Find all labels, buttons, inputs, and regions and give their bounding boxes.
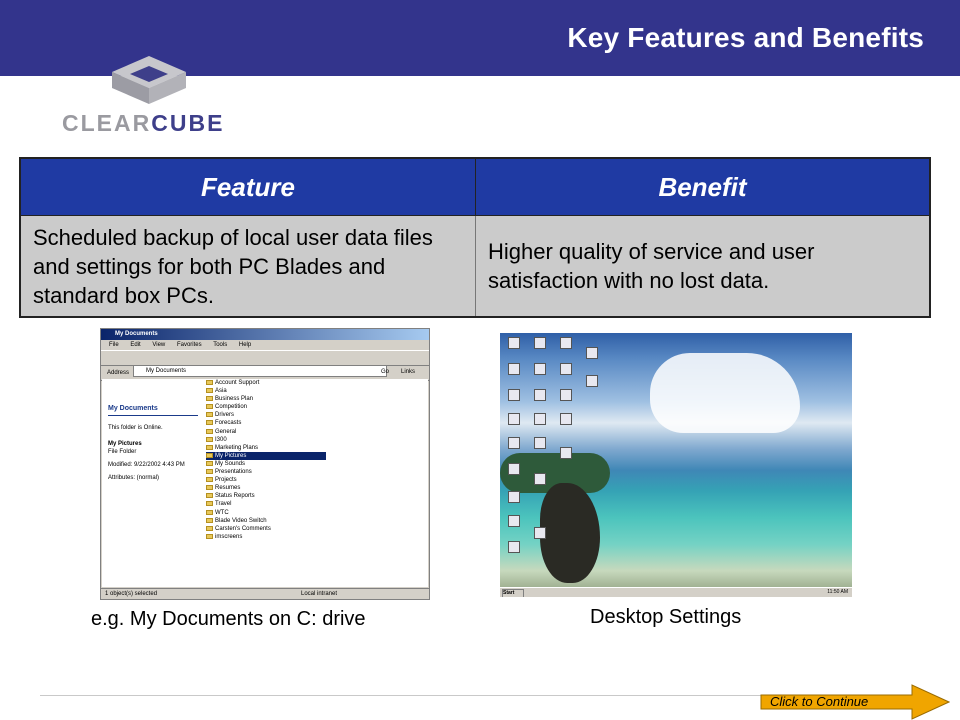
desktop-icon <box>508 463 520 475</box>
cloud-shape <box>650 353 800 433</box>
list-item: Resumes <box>206 484 326 492</box>
list-item: Business Plan <box>206 395 326 403</box>
desktop-icon <box>534 363 546 375</box>
desktop-icon <box>586 375 598 387</box>
list-item: Travel <box>206 500 326 508</box>
rock-shape <box>540 483 600 583</box>
selected-type: File Folder <box>108 449 137 455</box>
desktop-icon <box>534 473 546 485</box>
menu-item: Tools <box>213 342 228 348</box>
list-item: Blade Video Switch <box>206 517 326 525</box>
attributes-text: Attributes: (normal) <box>108 475 160 481</box>
desktop-icon <box>508 491 520 503</box>
toolbar <box>101 350 429 366</box>
desktop-icon <box>508 389 520 401</box>
table-header-row: Feature Benefit <box>19 157 931 216</box>
desktop-icon <box>560 389 572 401</box>
list-item: Account Support <box>206 379 326 387</box>
list-item: Marketing Plans <box>206 444 326 452</box>
status-left: 1 object(s) selected <box>105 591 158 597</box>
benefit-cell: Higher quality of service and user satis… <box>475 215 931 318</box>
list-item: Carsten's Comments <box>206 525 326 533</box>
left-caption: e.g. My Documents on C: drive <box>91 608 366 630</box>
modified-text: Modified: 9/22/2002 4:43 PM <box>108 462 185 468</box>
desktop-icon <box>560 447 572 459</box>
my-documents-screenshot: My Documents File Edit View Favorites To… <box>100 328 430 600</box>
desktop-icon <box>508 363 520 375</box>
clearcube-logo: CLEARCUBE <box>62 54 242 136</box>
desktop-icon <box>508 413 520 425</box>
list-item: Drivers <box>206 411 326 419</box>
menu-item: View <box>152 342 166 348</box>
logo-wordmark: CLEARCUBE <box>62 110 225 136</box>
clock: 11:50 AM <box>827 589 848 595</box>
desktop-icon <box>508 515 520 527</box>
desktop-icon <box>534 437 546 449</box>
desktop-icon <box>508 541 520 553</box>
list-item: Competition <box>206 403 326 411</box>
desktop-icon <box>534 337 546 349</box>
online-note: This folder is Online. <box>108 425 163 431</box>
menu-item: Favorites <box>176 342 202 348</box>
desktop-icon <box>560 413 572 425</box>
table-row: Scheduled backup of local user data file… <box>19 215 931 318</box>
menu-item: Help <box>238 342 252 348</box>
list-item: Asia <box>206 387 326 395</box>
menu-bar: File Edit View Favorites Tools Help <box>101 340 429 350</box>
list-item: General <box>206 428 326 436</box>
list-item: My Pictures <box>206 451 326 460</box>
desktop-screenshot: Start 11:50 AM <box>500 333 852 597</box>
list-item: Status Reports <box>206 492 326 500</box>
window-title-bar: My Documents <box>101 329 429 340</box>
feature-benefit-table: Feature Benefit Scheduled backup of loca… <box>19 157 931 318</box>
list-item: Presentations <box>206 468 326 476</box>
desktop-icon <box>508 437 520 449</box>
continue-button[interactable]: Click to Continue <box>760 684 950 720</box>
taskbar: Start 11:50 AM <box>500 587 852 597</box>
menu-item: File <box>109 342 119 348</box>
list-item: My Sounds <box>206 460 326 468</box>
status-bar: 1 object(s) selected Local intranet <box>101 588 429 599</box>
go-label: Go <box>381 369 390 375</box>
desktop-icon <box>560 363 572 375</box>
folder-list: Account Support Asia Business Plan Compe… <box>206 379 326 541</box>
footer-divider <box>40 695 780 696</box>
list-item: WTC <box>206 509 326 517</box>
page-title: Key Features and Benefits <box>567 22 924 53</box>
selected-name: My Pictures <box>108 441 142 447</box>
desktop-icon <box>534 413 546 425</box>
list-item: I300 <box>206 436 326 444</box>
list-item: Projects <box>206 476 326 484</box>
desktop-icon <box>560 337 572 349</box>
status-right: Local intranet <box>301 591 338 597</box>
menu-item: Edit <box>130 342 141 348</box>
list-item: imscreens <box>206 533 326 541</box>
address-field: My Documents <box>133 365 387 377</box>
desktop-icon <box>534 527 546 539</box>
list-item: Forecasts <box>206 419 326 427</box>
right-caption: Desktop Settings <box>590 606 742 628</box>
desktop-icon <box>534 389 546 401</box>
links-label: Links <box>401 369 416 375</box>
benefit-column-header: Benefit <box>475 157 931 216</box>
desktop-icon <box>586 347 598 359</box>
desktop-icon <box>508 337 520 349</box>
folder-info: My Documents This folder is Online. My P… <box>108 385 198 482</box>
cube-logo-icon <box>112 56 186 104</box>
continue-label: Click to Continue <box>770 694 869 709</box>
feature-cell: Scheduled backup of local user data file… <box>19 215 476 318</box>
feature-column-header: Feature <box>19 157 476 216</box>
address-label: Address <box>107 370 130 376</box>
folder-pane: My Documents This folder is Online. My P… <box>102 379 428 587</box>
start-button: Start <box>502 589 524 597</box>
folder-heading: My Documents <box>108 405 198 416</box>
